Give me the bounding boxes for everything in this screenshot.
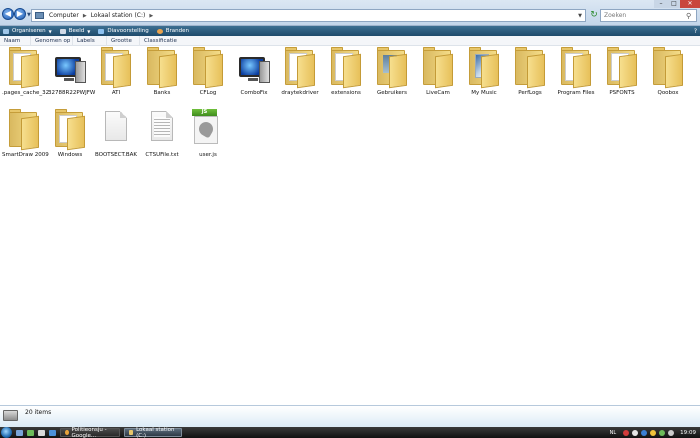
folder-icon (283, 47, 317, 89)
taskbar-item-browser[interactable]: Politieonsju - Google... (60, 427, 120, 438)
organize-button[interactable]: Organiseren ▼ (0, 26, 57, 36)
quick-launch-icon[interactable] (27, 429, 34, 436)
folder-icon (191, 47, 225, 89)
list-item[interactable]: SmartDraw 2009 (2, 109, 49, 171)
item-count: 20 items (25, 409, 52, 416)
list-item[interactable]: Banks (140, 47, 184, 109)
chevron-down-icon: ▼ (87, 28, 91, 34)
taskbar: Politieonsju - Google... Lokaal station … (0, 427, 700, 438)
network-icon[interactable] (641, 429, 648, 436)
column-header-name[interactable]: Naam (0, 35, 31, 46)
taskbar-item-explorer[interactable]: Lokaal station (C:) (124, 427, 182, 438)
list-item[interactable]: My Music (462, 47, 506, 109)
details-pane: 20 items (0, 405, 700, 427)
list-item[interactable]: 32788R22PWJFW (48, 47, 95, 109)
list-item[interactable]: Windows (48, 109, 92, 171)
column-header-labels[interactable]: Labels (73, 35, 107, 46)
list-item[interactable]: ATI (94, 47, 138, 109)
tray-app-icon[interactable] (650, 429, 657, 436)
list-item[interactable]: Gebruikers (370, 47, 414, 109)
search-box[interactable]: ⚲ (600, 9, 697, 22)
burn-button[interactable]: Branden (154, 26, 194, 36)
list-item[interactable]: PSFONTS (600, 47, 644, 109)
quick-launch-icon[interactable] (38, 429, 45, 436)
browser-icon (65, 430, 69, 435)
file-list-view: .pages_cache_32 32788R22PWJFW ATI Banks … (0, 47, 700, 405)
folder-icon (421, 47, 455, 89)
folder-icon (329, 47, 363, 89)
address-dropdown-icon[interactable]: ▼ (578, 13, 582, 19)
column-header-row: Naam Genomen op Labels Grootte Classific… (0, 35, 700, 46)
minimize-button[interactable]: – (654, 0, 668, 8)
list-item[interactable]: ComboFix (232, 47, 276, 109)
text-file-icon (145, 109, 179, 151)
folder-icon (129, 430, 134, 435)
computer-icon (35, 12, 44, 19)
language-indicator[interactable]: NL (610, 430, 617, 436)
refresh-icon[interactable]: ↻ (589, 10, 599, 21)
hard-drive-icon (3, 410, 18, 421)
address-box[interactable]: Computer ▶ Lokaal station (C:) ▶ ▼ (31, 9, 586, 22)
folder-icon (651, 47, 685, 89)
folder-icon (53, 109, 87, 151)
folder-icon (145, 47, 179, 89)
close-button[interactable]: ✕ (680, 0, 700, 8)
chevron-right-icon[interactable]: ▶ (149, 13, 153, 19)
folder-icon (99, 47, 133, 89)
folder-icon (559, 47, 593, 89)
burn-icon (156, 28, 163, 34)
folder-photo-icon (375, 47, 409, 89)
list-item[interactable]: draytekdriver (278, 47, 322, 109)
command-toolbar: Organiseren ▼ Beeld ▼ Diavoorstelling Br… (0, 26, 700, 36)
folder-icon (7, 109, 41, 151)
maximize-button[interactable]: □ (668, 0, 680, 8)
file-icon (99, 109, 133, 151)
list-item[interactable]: PerfLogs (508, 47, 552, 109)
chevron-down-icon: ▼ (48, 28, 52, 34)
clock[interactable]: 19:09 (680, 430, 696, 436)
back-button[interactable]: ◀ (2, 8, 14, 20)
volume-icon[interactable] (668, 429, 675, 436)
help-icon[interactable]: ? (694, 28, 697, 35)
tray-app-icon[interactable] (632, 429, 639, 436)
system-tray: NL 19:09 (610, 427, 700, 438)
views-icon (59, 28, 66, 34)
list-item[interactable]: Qoobox (646, 47, 690, 109)
list-item[interactable]: Program Files (554, 47, 598, 109)
organize-icon (3, 28, 9, 34)
chevron-right-icon[interactable]: ▶ (83, 13, 87, 19)
computer-icon (237, 47, 271, 89)
column-header-size[interactable]: Grootte (107, 35, 140, 46)
start-button[interactable] (1, 427, 12, 438)
forward-button[interactable]: ▶ (14, 8, 26, 20)
column-header-rating[interactable]: Classificatie (140, 36, 185, 46)
list-item[interactable]: BOOTSECT.BAK (94, 109, 138, 171)
folder-icon (605, 47, 639, 89)
quick-launch-icon[interactable] (49, 429, 56, 436)
js-file-icon: JS (191, 109, 225, 151)
folder-icon (513, 47, 547, 89)
views-button[interactable]: Beeld ▼ (57, 26, 96, 36)
list-item[interactable]: extensions (324, 47, 368, 109)
folder-music-icon (467, 47, 501, 89)
list-item[interactable]: JS user.js (186, 109, 230, 171)
security-icon[interactable] (623, 429, 630, 436)
breadcrumb-local-drive[interactable]: Lokaal station (C:) ▶ (89, 12, 156, 19)
slideshow-button[interactable]: Diavoorstelling (95, 26, 153, 36)
list-item[interactable]: CTSUFile.txt (140, 109, 184, 171)
computer-icon (53, 47, 87, 89)
search-icon[interactable]: ⚲ (686, 12, 691, 20)
folder-icon (7, 47, 41, 89)
show-desktop-icon[interactable] (16, 429, 23, 436)
list-item[interactable]: LiveCam (416, 47, 460, 109)
slideshow-icon (98, 28, 105, 34)
address-bar-row: ◀ ▶ ▼ Computer ▶ Lokaal station (C:) ▶ ▼… (0, 0, 700, 26)
list-item[interactable]: .pages_cache_32 (2, 47, 49, 109)
list-item[interactable]: CFLog (186, 47, 230, 109)
column-header-date-taken[interactable]: Genomen op (31, 35, 73, 46)
breadcrumb-computer[interactable]: Computer ▶ (47, 12, 89, 19)
search-input[interactable] (604, 12, 686, 19)
tray-app-icon[interactable] (659, 429, 666, 436)
